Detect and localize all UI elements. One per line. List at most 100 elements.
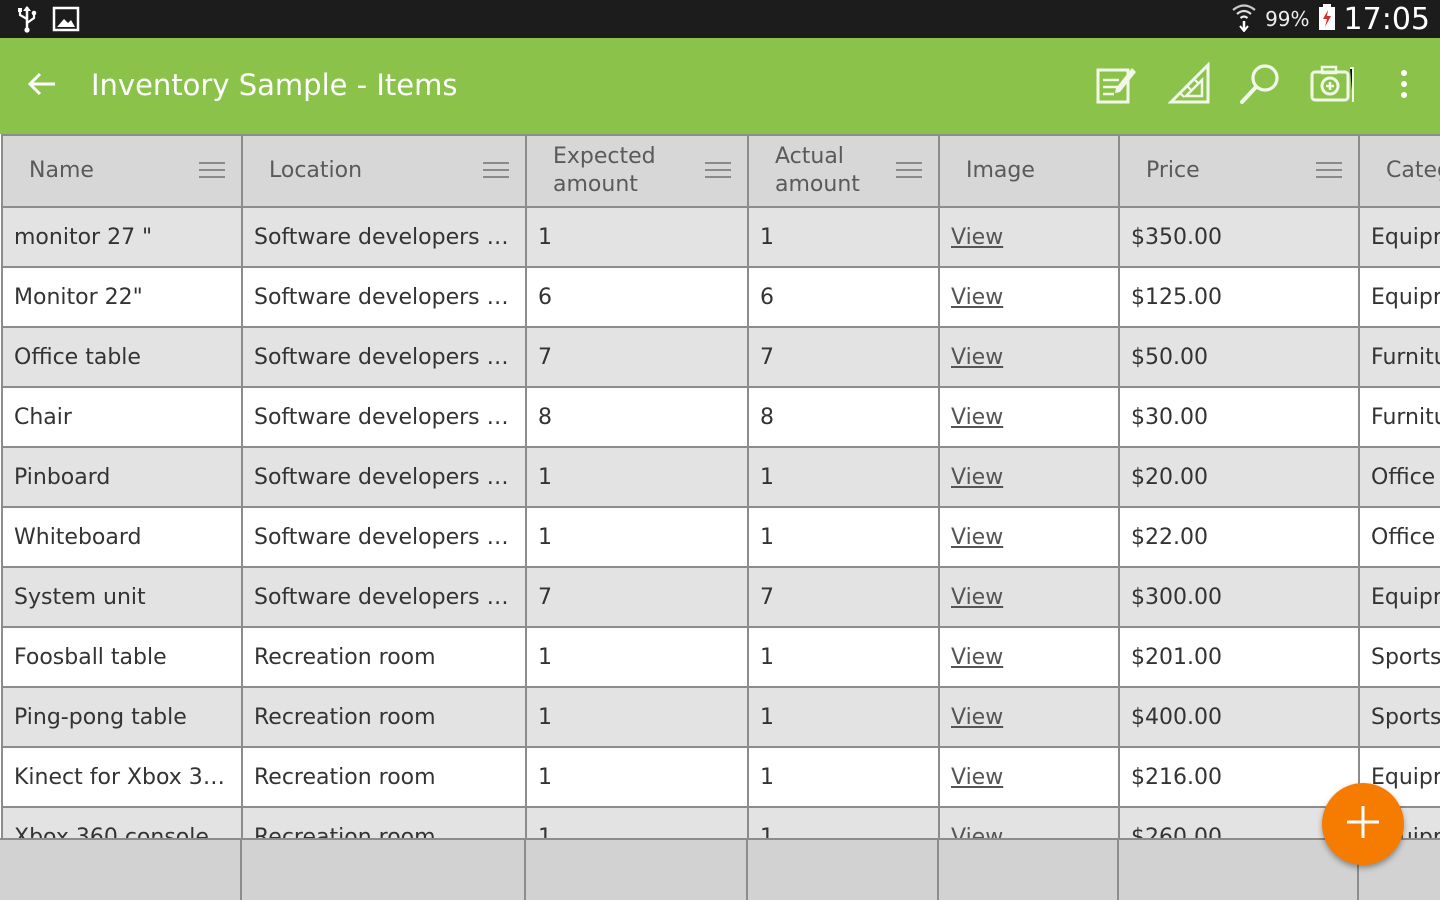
column-header-label: Location: [269, 158, 363, 183]
table-row[interactable]: Monitor 22" Software developers d... 6 6 Vie…: [1, 266, 1440, 328]
table-row[interactable]: monitor 27 " Software developers d... 1 1 Vi…: [1, 206, 1440, 268]
footer-divider: [240, 840, 242, 900]
footer-divider: [524, 840, 526, 900]
overflow-menu-button[interactable]: [1378, 60, 1430, 112]
column-header-category[interactable]: Categ: [1358, 134, 1440, 208]
cell-location: Software developers d...: [241, 386, 527, 448]
cell-actual: 1: [747, 446, 940, 508]
table-row[interactable]: Office table Software developers d... 7 7 Vi…: [1, 326, 1440, 388]
cell-image: View: [938, 266, 1120, 328]
page-title: Inventory Sample - Items: [91, 68, 458, 102]
cell-image: View: [938, 446, 1120, 508]
cell-expected: 6: [525, 266, 749, 328]
drag-handle-icon[interactable]: [199, 160, 225, 180]
column-header-expected-amount[interactable]: Expected amount: [525, 134, 749, 208]
cell-actual: 1: [747, 746, 940, 808]
cell-price: $300.00: [1118, 566, 1360, 628]
table-row[interactable]: Foosball table Recreation room 1 1 View $201.…: [1, 626, 1440, 688]
items-table-container[interactable]: Name Location Expected amount Actual amo…: [0, 134, 1440, 900]
cell-location: Software developers d...: [241, 206, 527, 268]
drag-handle-icon[interactable]: [705, 160, 731, 180]
cell-category: Furnitu: [1358, 386, 1440, 448]
table-row[interactable]: Ping-pong table Recreation room 1 1 View $400…: [1, 686, 1440, 748]
cell-actual: 1: [747, 206, 940, 268]
edit-button[interactable]: [1090, 60, 1142, 112]
battery-percent: 99%: [1265, 7, 1310, 31]
drag-handle-icon[interactable]: [483, 160, 509, 180]
view-image-link[interactable]: View: [951, 465, 1003, 490]
wifi-icon: [1231, 2, 1257, 36]
column-header-label: Actual amount: [775, 144, 860, 197]
cell-name: Kinect for Xbox 360: [1, 746, 243, 808]
cell-location: Recreation room: [241, 746, 527, 808]
cell-price: $50.00: [1118, 326, 1360, 388]
cell-name: Monitor 22": [1, 266, 243, 328]
cell-expected: 7: [525, 326, 749, 388]
measure-button[interactable]: [1164, 60, 1216, 112]
cell-image: View: [938, 206, 1120, 268]
search-icon: [1238, 62, 1282, 110]
cell-actual: 1: [747, 626, 940, 688]
cell-expected: 1: [525, 746, 749, 808]
column-header-label: Categ: [1386, 158, 1440, 183]
cell-name: Chair: [1, 386, 243, 448]
cell-actual: 6: [747, 266, 940, 328]
usb-icon: [16, 5, 38, 37]
cell-expected: 1: [525, 206, 749, 268]
camera-button[interactable]: [1306, 60, 1358, 112]
drag-handle-icon[interactable]: [896, 160, 922, 180]
column-header-price[interactable]: Price: [1118, 134, 1360, 208]
view-image-link[interactable]: View: [951, 525, 1003, 550]
cell-location: Software developers d...: [241, 566, 527, 628]
status-bar: 99% 17:05: [0, 0, 1440, 38]
column-header-label: Image: [966, 158, 1035, 183]
footer-divider: [746, 840, 748, 900]
cell-category: Sports: [1358, 626, 1440, 688]
overflow-menu-icon: [1399, 69, 1409, 103]
table-row[interactable]: System unit Software developers d... 7 7 Vie…: [1, 566, 1440, 628]
view-image-link[interactable]: View: [951, 705, 1003, 730]
cell-category: Office: [1358, 506, 1440, 568]
cell-price: $201.00: [1118, 626, 1360, 688]
cell-name: Office table: [1, 326, 243, 388]
cell-expected: 1: [525, 446, 749, 508]
footer-divider: [937, 840, 939, 900]
view-image-link[interactable]: View: [951, 645, 1003, 670]
add-item-button[interactable]: [1322, 783, 1404, 865]
column-header-actual-amount[interactable]: Actual amount: [747, 134, 940, 208]
column-header-label: Name: [29, 158, 94, 183]
view-image-link[interactable]: View: [951, 765, 1003, 790]
cell-category: Equipn: [1358, 566, 1440, 628]
view-image-link[interactable]: View: [951, 345, 1003, 370]
cell-category: Furnitu: [1358, 326, 1440, 388]
cell-location: Software developers d...: [241, 326, 527, 388]
view-image-link[interactable]: View: [951, 585, 1003, 610]
cell-category: Equipn: [1358, 206, 1440, 268]
cell-category: Sports: [1358, 686, 1440, 748]
cell-actual: 1: [747, 686, 940, 748]
table-row[interactable]: Whiteboard Software developers d... 1 1 View…: [1, 506, 1440, 568]
table-row[interactable]: Kinect for Xbox 360 Recreation room 1 1 View…: [1, 746, 1440, 808]
table-row[interactable]: Chair Software developers d... 8 8 View $30.0…: [1, 386, 1440, 448]
view-image-link[interactable]: View: [951, 285, 1003, 310]
cell-image: View: [938, 386, 1120, 448]
search-button[interactable]: [1234, 60, 1286, 112]
app-bar: Inventory Sample - Items: [0, 38, 1440, 134]
view-image-link[interactable]: View: [951, 225, 1003, 250]
cell-location: Recreation room: [241, 686, 527, 748]
items-table: Name Location Expected amount Actual amo…: [1, 134, 1440, 868]
cell-image: View: [938, 506, 1120, 568]
column-header-image[interactable]: Image: [938, 134, 1120, 208]
footer-divider: [1117, 840, 1119, 900]
column-header-location[interactable]: Location: [241, 134, 527, 208]
cell-category: Office: [1358, 446, 1440, 508]
back-button[interactable]: [22, 66, 62, 106]
cell-actual: 7: [747, 326, 940, 388]
column-header-name[interactable]: Name: [1, 134, 243, 208]
ruler-icon: [1167, 61, 1212, 110]
table-row[interactable]: Pinboard Software developers d... 1 1 View $2…: [1, 446, 1440, 508]
cell-expected: 1: [525, 506, 749, 568]
view-image-link[interactable]: View: [951, 405, 1003, 430]
cell-price: $20.00: [1118, 446, 1360, 508]
drag-handle-icon[interactable]: [1316, 160, 1342, 180]
